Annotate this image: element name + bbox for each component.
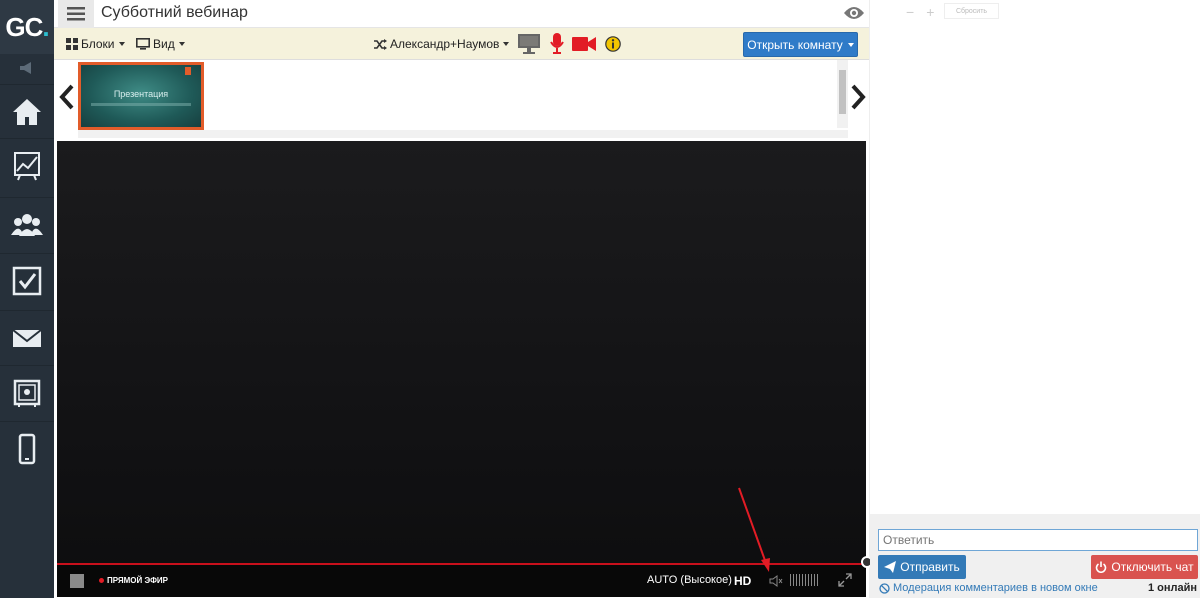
nav-item-statistics[interactable] xyxy=(0,138,54,192)
blocks-dropdown[interactable]: Блоки xyxy=(66,37,125,51)
camera-icon[interactable] xyxy=(572,36,596,52)
chat-panel: − + Сбросить Отправить Отключить чат xyxy=(861,0,1200,598)
nav-item-mail[interactable] xyxy=(0,310,54,364)
logo[interactable]: GC. xyxy=(0,0,54,54)
view-dropdown[interactable]: Вид xyxy=(136,37,185,51)
slides-strip: Презентация xyxy=(54,60,869,140)
checkbox-icon xyxy=(12,266,42,295)
home-icon xyxy=(13,98,41,125)
screen-share-icon[interactable] xyxy=(517,33,541,55)
caret-down-icon xyxy=(503,42,510,46)
power-icon xyxy=(1096,561,1107,573)
slides-vertical-scrollbar[interactable] xyxy=(837,60,848,128)
send-button[interactable]: Отправить xyxy=(878,555,966,579)
scrollbar-thumb[interactable] xyxy=(839,70,846,114)
chart-icon xyxy=(14,151,40,180)
volume-slider[interactable] xyxy=(790,574,822,586)
page-title: Субботний вебинар xyxy=(101,4,248,21)
participants-dropdown[interactable]: Александр+Наумов xyxy=(374,37,510,51)
volume-muted-icon[interactable] xyxy=(769,574,783,588)
moderation-label: Модерация комментариев в новом окне xyxy=(893,582,1098,594)
webinar-app: GC. Субботний вебинар Блоки Вид Александ… xyxy=(0,0,1200,598)
logo-text: GC xyxy=(5,11,43,42)
caret-down-icon xyxy=(118,42,125,46)
reset-zoom-button[interactable]: Сбросить xyxy=(944,3,999,19)
live-label: ПРЯМОЙ ЭФИР xyxy=(107,576,168,585)
hamburger-icon xyxy=(67,7,85,21)
caret-down-icon xyxy=(847,42,854,47)
reply-input[interactable] xyxy=(878,529,1198,551)
safe-icon xyxy=(13,379,41,407)
zoom-in-button[interactable]: + xyxy=(926,4,934,20)
header: Субботний вебинар xyxy=(54,0,869,28)
open-room-button[interactable]: Открыть комнату xyxy=(743,32,858,57)
blocks-label: Блоки xyxy=(81,37,115,51)
chat-footer: Отправить Отключить чат Модерация коммен… xyxy=(870,514,1200,598)
disable-chat-button[interactable]: Отключить чат xyxy=(1091,555,1198,579)
mobile-icon xyxy=(18,433,36,464)
live-indicator: ПРЯМОЙ ЭФИР xyxy=(99,576,168,585)
moderation-link[interactable]: Модерация комментариев в новом окне xyxy=(879,582,1098,594)
toolbar: Блоки Вид Александр+Наумов Открыть комна… xyxy=(54,28,869,60)
participants-label: Александр+Наумов xyxy=(390,37,500,51)
stop-button[interactable] xyxy=(70,574,84,588)
nav-item-tasks[interactable] xyxy=(0,253,54,307)
monitor-icon xyxy=(136,38,150,50)
nav-item-safe[interactable] xyxy=(0,365,54,419)
disable-chat-label: Отключить чат xyxy=(1111,560,1194,574)
live-dot-icon xyxy=(99,578,104,583)
online-count: 1 онлайн xyxy=(1147,582,1197,594)
slide-subtitle-line xyxy=(91,103,191,106)
chevron-left-icon[interactable] xyxy=(58,82,76,112)
megaphone-icon[interactable] xyxy=(17,58,37,78)
annotation-arrow xyxy=(738,487,770,572)
nav-item-home[interactable] xyxy=(0,84,54,138)
microphone-icon[interactable] xyxy=(550,33,564,55)
zoom-controls: − + xyxy=(906,4,934,20)
slides-horizontal-scrollbar[interactable] xyxy=(78,130,848,138)
users-icon xyxy=(11,213,43,236)
logo-dot: . xyxy=(42,11,49,42)
zoom-out-button[interactable]: − xyxy=(906,4,914,20)
slide-marker xyxy=(185,67,191,75)
open-room-label: Открыть комнату xyxy=(747,37,843,52)
view-label: Вид xyxy=(153,37,175,51)
info-icon[interactable] xyxy=(605,36,621,52)
left-nav: GC. xyxy=(0,0,54,598)
grid-icon xyxy=(66,38,78,50)
shuffle-icon xyxy=(374,38,387,50)
send-label: Отправить xyxy=(900,560,960,574)
caret-down-icon xyxy=(178,42,185,46)
ban-icon xyxy=(879,582,890,594)
eye-icon[interactable] xyxy=(843,4,865,22)
mail-icon xyxy=(12,328,42,347)
fullscreen-icon[interactable] xyxy=(838,573,852,587)
nav-item-mobile[interactable] xyxy=(0,421,54,475)
nav-item-users[interactable] xyxy=(0,197,54,251)
slide-title: Презентация xyxy=(113,89,169,99)
quality-selector[interactable]: AUTO (Высокое) xyxy=(647,574,732,586)
menu-button[interactable] xyxy=(58,0,94,28)
slide-thumbnail[interactable]: Презентация xyxy=(78,62,204,130)
chevron-right-icon[interactable] xyxy=(849,82,867,112)
paper-plane-icon xyxy=(884,561,897,573)
hd-badge[interactable]: HD xyxy=(734,574,751,588)
